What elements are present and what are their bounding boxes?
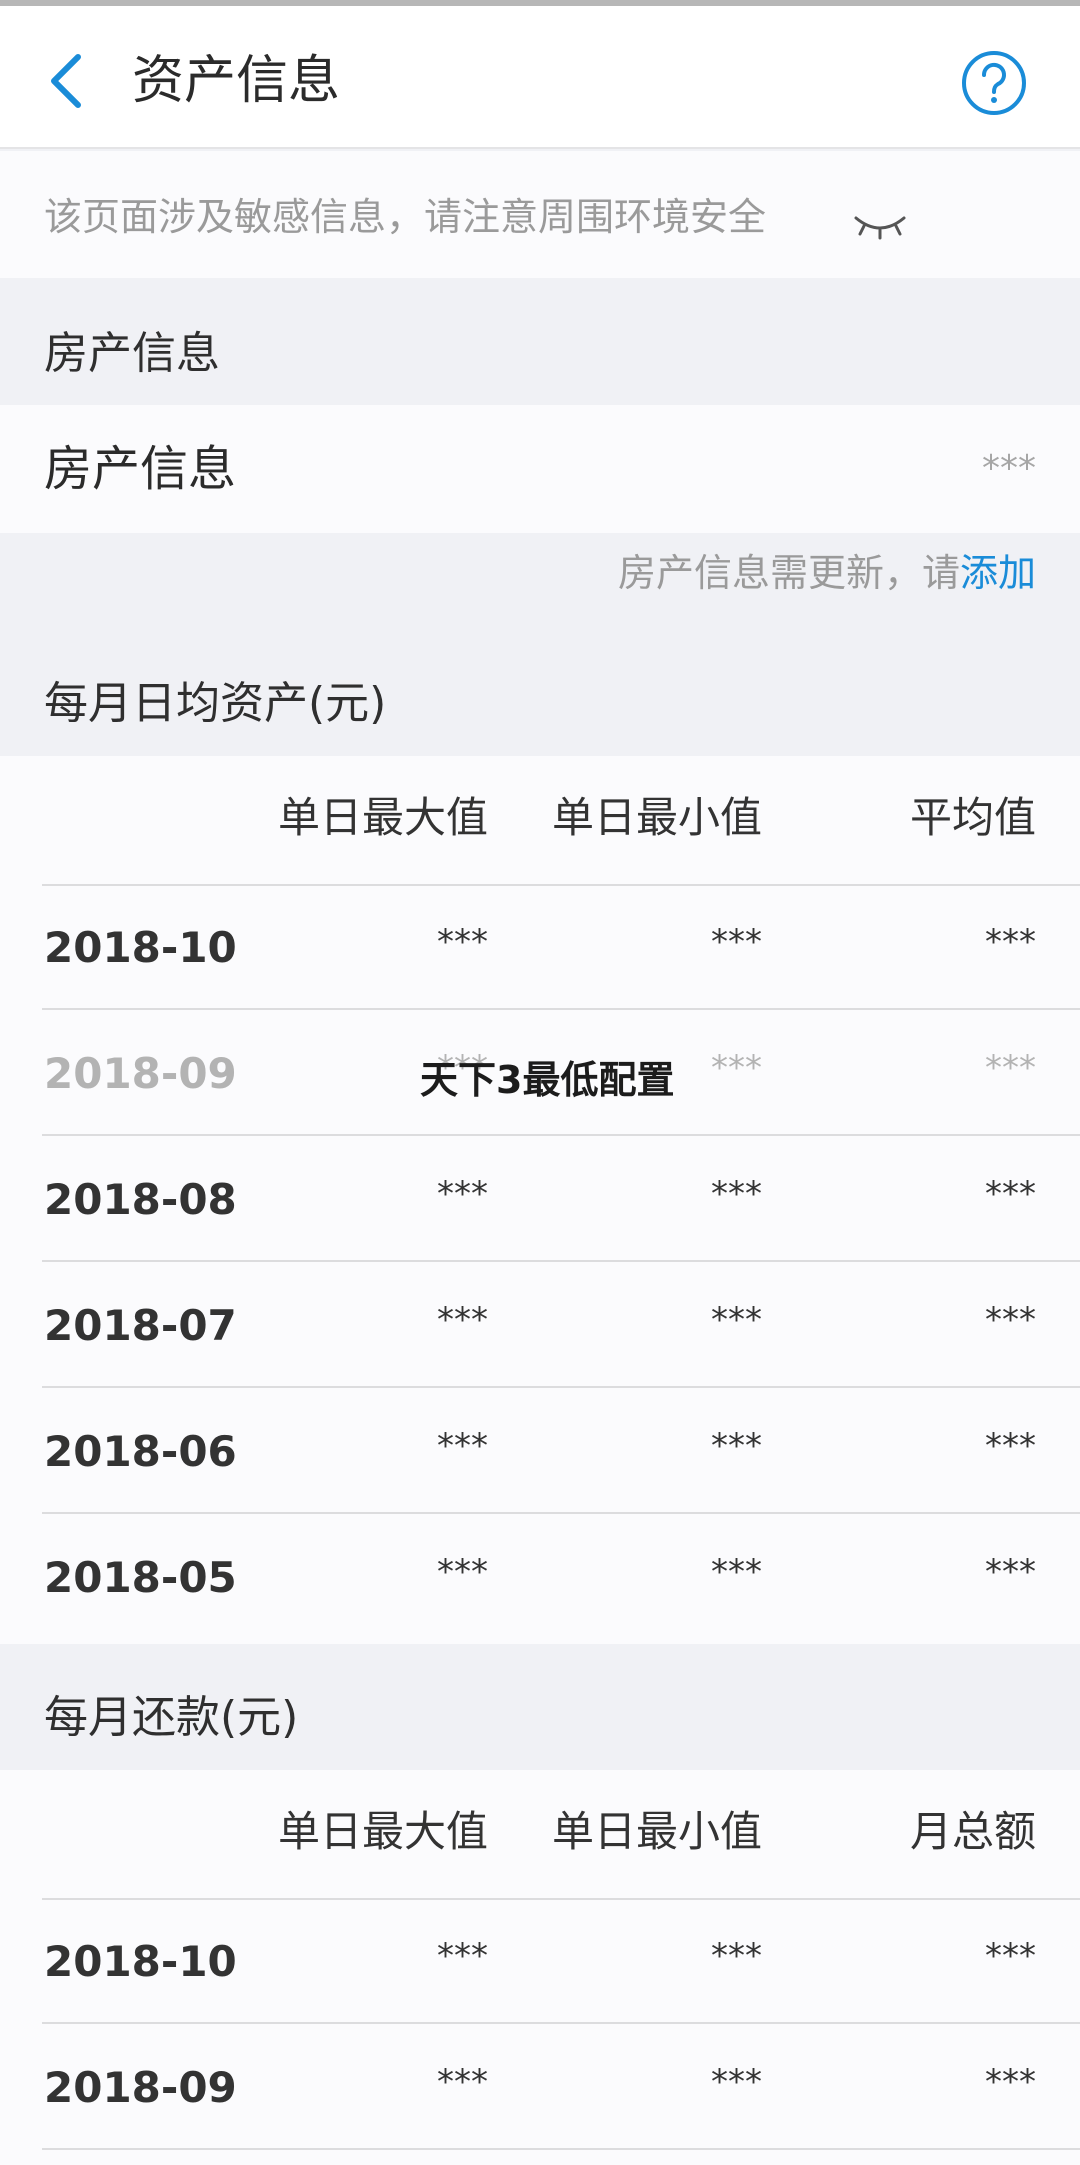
row-max: *** — [437, 1300, 488, 1340]
row-max: *** — [437, 2062, 488, 2102]
eye-closed-icon[interactable] — [852, 210, 908, 240]
row-avg: *** — [985, 1300, 1036, 1340]
assets-section-header: 每月日均资产(元) — [0, 620, 1080, 756]
assets-section-title: 每月日均资产(元) — [44, 678, 387, 729]
column-header-min: 单日最小值 — [551, 793, 762, 842]
app-header: 资产信息 — [0, 6, 1080, 149]
assets-table: 单日最大值 单日最小值 平均值 2018-10 *** *** *** 2018… — [0, 756, 1080, 1644]
assets-table-header: 单日最大值 单日最小值 平均值 — [0, 756, 1080, 886]
row-min: *** — [711, 1174, 762, 1214]
row-total: *** — [985, 2062, 1036, 2102]
property-row-value: *** — [982, 448, 1036, 489]
row-date: 2018-06 — [44, 1427, 237, 1476]
column-header-max: 单日最大值 — [277, 1807, 488, 1856]
row-date: 2018-08 — [44, 1175, 237, 1224]
property-update-hint: 房产信息需更新，请添加 — [618, 548, 1036, 598]
row-date: 2018-05 — [44, 1553, 237, 1602]
row-date: 2018-07 — [44, 1301, 237, 1350]
column-header-total: 月总额 — [909, 1807, 1036, 1856]
table-row: 2018-05 *** *** *** — [0, 1514, 1080, 1640]
property-row[interactable]: 房产信息 *** — [0, 405, 1080, 533]
row-max: *** — [437, 1174, 488, 1214]
row-min: *** — [711, 1552, 762, 1592]
property-section-header: 房产信息 — [0, 278, 1080, 405]
property-row-label: 房产信息 — [44, 441, 237, 497]
column-header-avg: 平均值 — [909, 793, 1036, 842]
row-avg: *** — [985, 1174, 1036, 1214]
sensitive-info-notice: 该页面涉及敏感信息，请注意周围环境安全 — [0, 151, 1080, 278]
row-max: *** — [437, 1552, 488, 1592]
chevron-left-icon[interactable] — [42, 51, 92, 111]
divider — [42, 2148, 1080, 2150]
table-row: 2018-06 *** *** *** — [0, 1388, 1080, 1514]
row-avg: *** — [985, 1552, 1036, 1592]
row-min: *** — [711, 922, 762, 962]
table-row: 2018-10 *** *** *** — [0, 1898, 1080, 2024]
table-row: 2018-10 *** *** *** — [0, 884, 1080, 1010]
repayment-table-header: 单日最大值 单日最小值 月总额 — [0, 1770, 1080, 1900]
row-max: *** — [437, 922, 488, 962]
row-total: *** — [985, 1936, 1036, 1976]
column-header-max: 单日最大值 — [277, 793, 488, 842]
row-date: 2018-09 — [44, 2063, 237, 2112]
row-min: *** — [711, 1936, 762, 1976]
question-circle-icon[interactable] — [960, 49, 1028, 117]
table-row: 2018-09 *** *** *** — [0, 2024, 1080, 2150]
row-min: *** — [711, 1048, 762, 1088]
property-section-title: 房产信息 — [44, 328, 220, 379]
row-max: *** — [437, 1936, 488, 1976]
column-header-min: 单日最小值 — [551, 1807, 762, 1856]
page-title: 资产信息 — [132, 51, 341, 111]
watermark-overlay: 天下3最低配置 — [420, 1058, 675, 1102]
row-date: 2018-10 — [44, 923, 237, 972]
table-row: 2018-07 *** *** *** — [0, 1262, 1080, 1388]
repayment-section-header: 每月还款(元) — [0, 1644, 1080, 1770]
repayment-section-title: 每月还款(元) — [44, 1692, 299, 1743]
add-property-link[interactable]: 添加 — [960, 551, 1036, 595]
property-hint-text: 房产信息需更新，请 — [617, 551, 960, 595]
row-min: *** — [711, 2062, 762, 2102]
row-date: 2018-10 — [44, 1937, 237, 1986]
row-min: *** — [711, 1426, 762, 1466]
row-date: 2018-09 — [44, 1049, 237, 1098]
repayment-table: 单日最大值 单日最小值 月总额 2018-10 *** *** *** 2018… — [0, 1770, 1080, 2165]
row-avg: *** — [985, 1048, 1036, 1088]
notice-text: 该页面涉及敏感信息，请注意周围环境安全 — [44, 195, 767, 239]
row-max: *** — [437, 1426, 488, 1466]
table-row: 2018-08 *** *** *** — [0, 1136, 1080, 1262]
row-avg: *** — [985, 922, 1036, 962]
row-min: *** — [711, 1300, 762, 1340]
row-avg: *** — [985, 1426, 1036, 1466]
